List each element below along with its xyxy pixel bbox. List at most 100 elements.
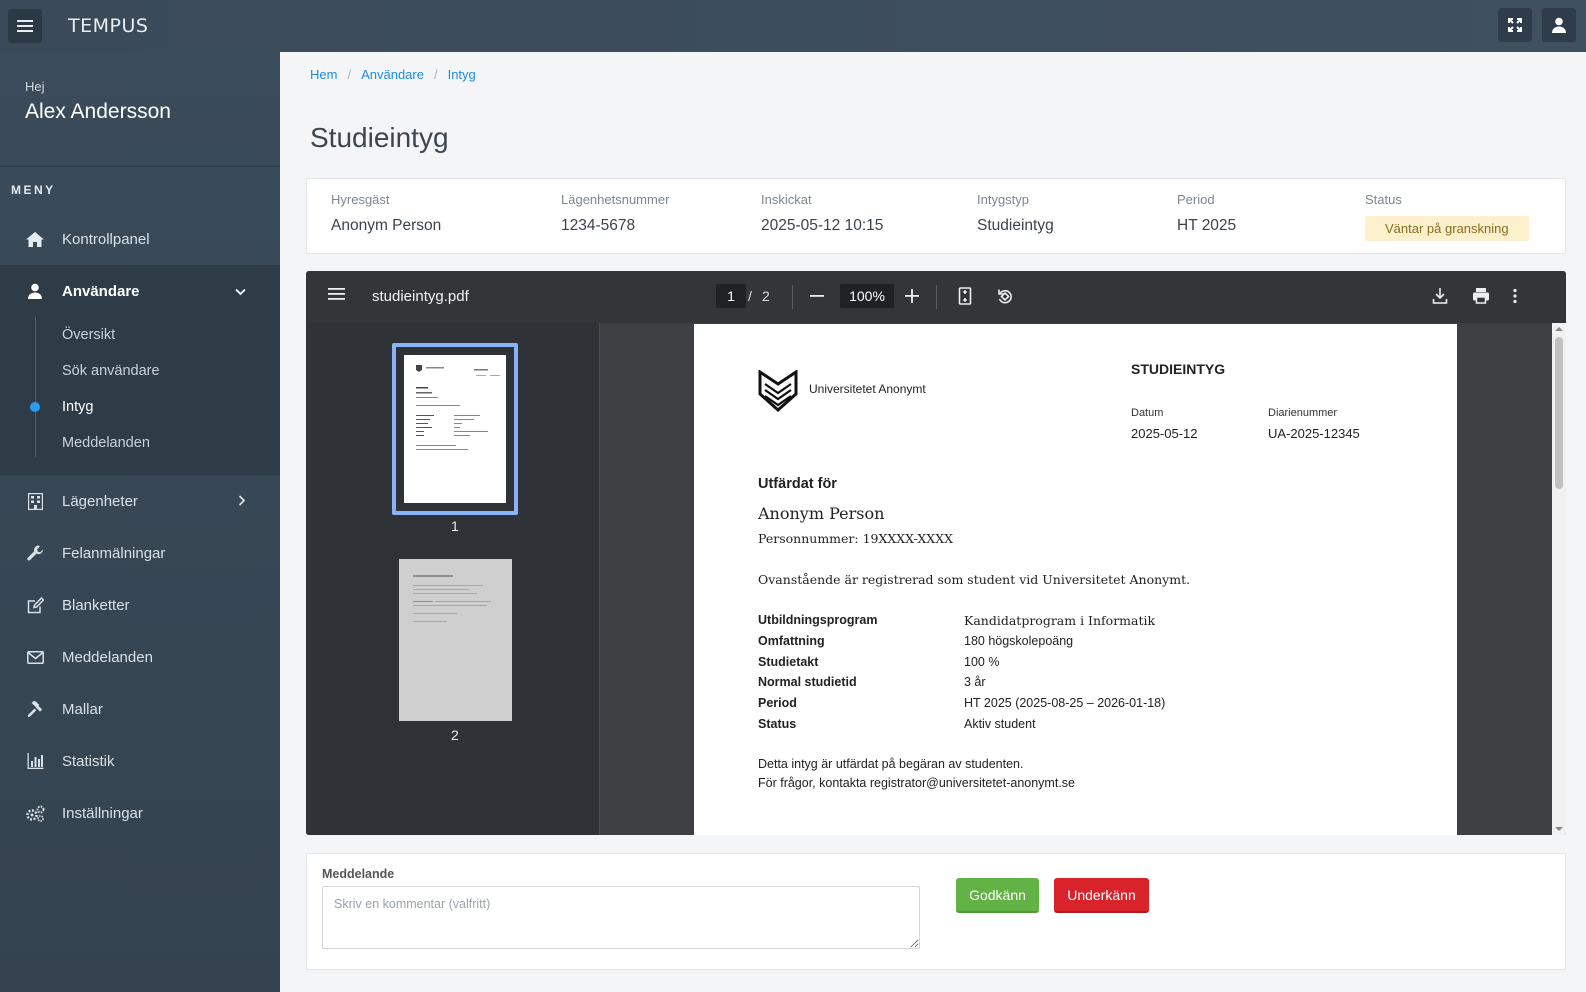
sidebar-subitem-sok-anvandare[interactable]: Sök användare: [0, 353, 280, 389]
edit-form-icon: [25, 595, 45, 615]
reject-button[interactable]: Underkänn: [1054, 878, 1149, 913]
page-separator: /: [748, 288, 752, 304]
sidebar-item-meddelanden[interactable]: Meddelanden: [0, 631, 280, 683]
comment-textarea[interactable]: [322, 886, 920, 949]
thumbnail-content: [416, 365, 500, 450]
info-type: Intygstyp Studieintyg: [977, 192, 1054, 235]
home-icon: [25, 229, 45, 249]
review-message-card: Meddelande Godkänn Underkänn: [306, 853, 1566, 970]
thumbnail-page-2[interactable]: [399, 559, 512, 721]
message-label: Meddelande: [322, 867, 395, 881]
user-profile-button[interactable]: [1542, 8, 1576, 42]
sidebar-subitem-meddelanden[interactable]: Meddelanden: [0, 425, 280, 461]
detail-value: 3 år: [964, 675, 986, 689]
info-label: Status: [1365, 192, 1402, 207]
download-button[interactable]: [1432, 285, 1448, 312]
university-logo-icon: [758, 369, 798, 417]
zoom-out-button[interactable]: [809, 285, 825, 312]
thumbnail-content: [413, 575, 491, 622]
hamburger-menu-button[interactable]: [8, 9, 42, 43]
university-name: Universitetet Anonymt: [809, 382, 926, 396]
toolbar-divider: [936, 285, 937, 309]
sidebar-item-anvandare[interactable]: Användare: [0, 265, 280, 317]
registration-statement: Ovanstående är registrerad som student v…: [758, 572, 1191, 587]
sidebar-item-lagenheter[interactable]: Lägenheter: [0, 475, 280, 527]
sidebar-item-label: Kontrollpanel: [62, 230, 150, 248]
scrollbar-thumb[interactable]: [1555, 337, 1563, 489]
detail-label: Studietakt: [758, 655, 819, 669]
info-submitted: Inskickat 2025-05-12 10:15: [761, 192, 883, 235]
document-scrollbar[interactable]: [1552, 323, 1566, 835]
rotate-icon: [998, 289, 1012, 304]
info-value: Anonym Person: [331, 217, 442, 234]
info-tenant: Hyresgäst Anonym Person: [331, 192, 441, 235]
sidebar-item-statistik[interactable]: Statistik: [0, 735, 280, 787]
detail-label: Period: [758, 696, 797, 710]
info-value: Studieintyg: [977, 217, 1054, 234]
thumbnail-page-1[interactable]: [392, 343, 518, 515]
sidebar-item-installningar[interactable]: Inställningar: [0, 787, 280, 839]
sidebar-item-label: Användare: [62, 282, 140, 300]
fit-page-icon: [958, 287, 972, 305]
menu-heading: MENY: [11, 183, 56, 197]
sidebar-subitem-label: Sök användare: [62, 363, 160, 379]
breadcrumb-hem[interactable]: Hem: [310, 67, 337, 82]
fit-page-button[interactable]: [958, 285, 972, 312]
chevron-down-icon: [235, 283, 246, 300]
fullscreen-button[interactable]: [1498, 8, 1532, 42]
certificate-info-card: Hyresgäst Anonym Person Lägenhetsnummer …: [306, 178, 1566, 254]
page-number-input[interactable]: 1: [716, 284, 746, 308]
breadcrumb-anvandare[interactable]: Användare: [361, 67, 424, 82]
sidebar-item-label: Statistik: [62, 752, 115, 770]
greeting-text: Hej: [25, 79, 45, 94]
user-icon: [25, 281, 45, 301]
zoom-in-button[interactable]: [904, 285, 920, 312]
document-canvas[interactable]: Universitetet Anonymt STUDIEINTYG Datum …: [601, 323, 1566, 835]
sidebar-toggle-button[interactable]: [328, 287, 345, 306]
sidebar-item-label: Blanketter: [62, 596, 130, 614]
detail-value: Kandidatprogram i Informatik: [964, 613, 1156, 628]
sidebar-subitem-label: Intyg: [62, 399, 94, 415]
info-label: Inskickat: [761, 192, 812, 207]
footer-text: Detta intyg är utfärdat på begäran av st…: [758, 757, 1024, 771]
app-logo[interactable]: TEMPUS: [68, 15, 148, 37]
breadcrumb-intyg[interactable]: Intyg: [448, 67, 476, 82]
plus-icon: [905, 289, 919, 303]
bar-chart-icon: [25, 751, 45, 771]
sidebar-item-kontrollpanel[interactable]: Kontrollpanel: [0, 213, 280, 265]
sidebar-item-label: Meddelanden: [62, 648, 153, 666]
sidebar-subitem-intyg[interactable]: Intyg: [0, 389, 280, 425]
download-icon: [1432, 288, 1448, 304]
more-options-button[interactable]: [1512, 285, 1518, 312]
status-badge: Väntar på granskning: [1365, 216, 1529, 241]
sidebar-item-blanketter[interactable]: Blanketter: [0, 579, 280, 631]
hamburger-icon: [328, 288, 345, 300]
approve-button[interactable]: Godkänn: [956, 878, 1039, 913]
sidebar-item-label: Inställningar: [62, 804, 143, 822]
detail-label: Utbildningsprogram: [758, 613, 878, 627]
sidebar-item-mallar[interactable]: Mallar: [0, 683, 280, 735]
sidebar-item-felanmalningar[interactable]: Felanmälningar: [0, 527, 280, 579]
document-page: Universitetet Anonymt STUDIEINTYG Datum …: [694, 324, 1457, 835]
active-indicator-dot: [30, 402, 40, 412]
rotate-button[interactable]: [996, 285, 1014, 312]
registration-label: Diarienummer: [1268, 407, 1338, 419]
breadcrumb-separator: /: [433, 67, 438, 82]
zoom-level-input[interactable]: 100%: [840, 284, 894, 308]
expand-icon: [1508, 18, 1522, 32]
page-title: Studieintyg: [310, 122, 449, 153]
detail-value: HT 2025 (2025-08-25 – 2026-01-18): [964, 696, 1166, 710]
detail-value: 100 %: [964, 655, 1000, 669]
chevron-right-icon: [238, 493, 246, 510]
date-label: Datum: [1131, 407, 1164, 419]
page-total: 2: [762, 288, 770, 304]
sidebar-subitem-oversikt[interactable]: Översikt: [0, 317, 280, 353]
breadcrumb: Hem / Användare / Intyg: [310, 67, 476, 82]
info-label: Lägenhetsnummer: [561, 192, 670, 207]
detail-value: Aktiv student: [964, 717, 1036, 731]
info-label: Hyresgäst: [331, 192, 390, 207]
detail-label: Status: [758, 717, 797, 731]
envelope-icon: [25, 647, 45, 667]
print-button[interactable]: [1472, 285, 1490, 312]
personal-number: Personnummer: 19XXXX-XXXX: [758, 531, 954, 546]
